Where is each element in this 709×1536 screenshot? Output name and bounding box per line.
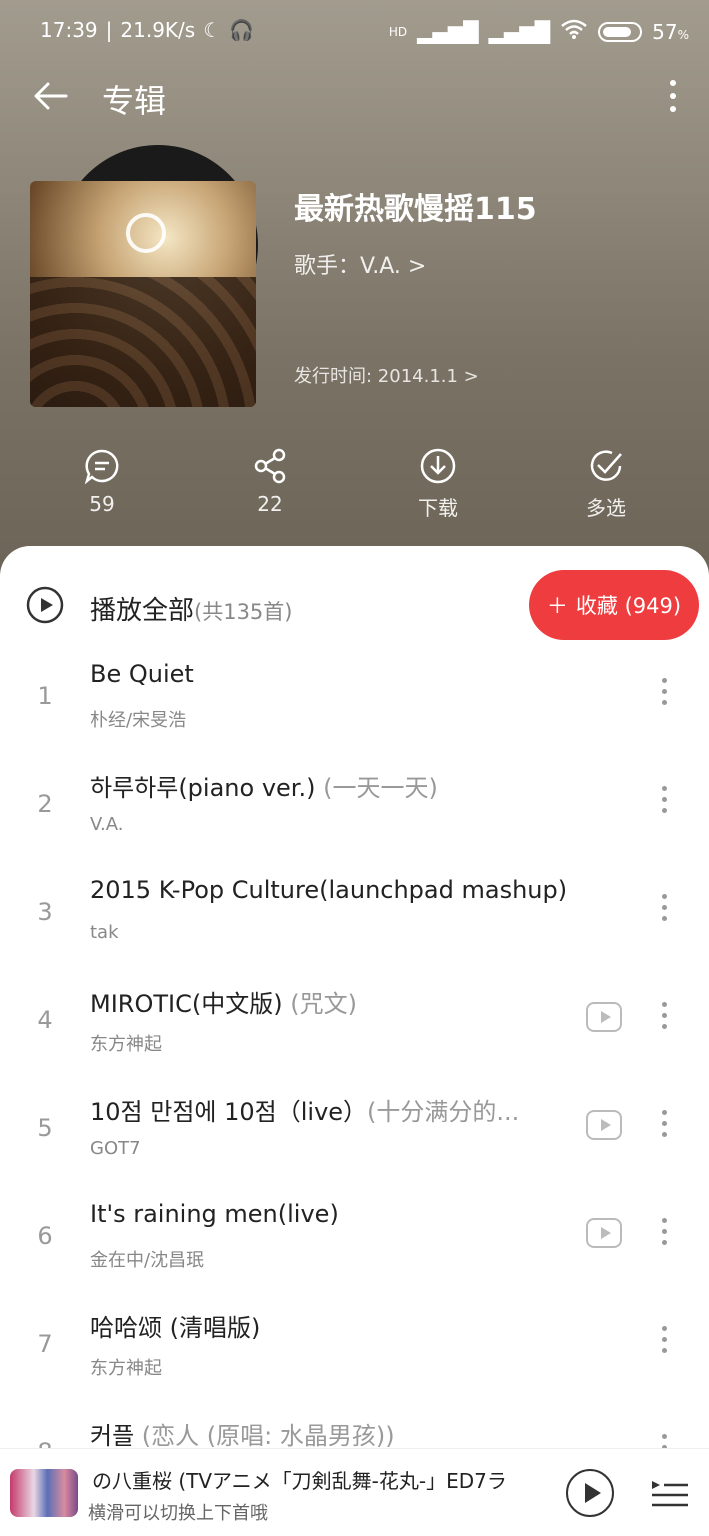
album-actions: 59 22 下载 多选 <box>0 448 709 528</box>
back-arrow-icon[interactable] <box>30 76 70 116</box>
song-title: 2015 K-Pop Culture(launchpad mashup) <box>90 876 568 904</box>
status-bar: 17:39 | 21.9K/s ☾ 🎧 HD ▂▄▆█ ▂▄▆█ 57% <box>40 18 689 45</box>
song-more-icon[interactable] <box>660 894 668 928</box>
song-artist: V.A. <box>90 814 124 835</box>
play-all-icon[interactable] <box>26 586 64 624</box>
song-more-icon[interactable] <box>660 786 668 820</box>
battery-percent: 57% <box>652 19 689 44</box>
mini-play-icon[interactable] <box>566 1469 614 1517</box>
song-title: 哈哈颂 (清唱版) <box>90 1314 261 1342</box>
song-number: 1 <box>37 682 53 710</box>
status-net-speed: 21.9K/s <box>120 18 196 42</box>
play-all-bar: 播放全部(共135首) ＋ 收藏 (949) <box>0 560 709 640</box>
play-all-label: 播放全部 <box>90 596 195 626</box>
song-row[interactable]: 3 2015 K-Pop Culture(launchpad mashup) t… <box>0 870 709 978</box>
song-artist: 金在中/沈昌珉 <box>90 1250 205 1271</box>
play-all-button[interactable]: 播放全部(共135首) <box>90 590 292 627</box>
album-release-date-link[interactable]: 发行时间: 2014.1.1 > <box>294 362 479 388</box>
battery-icon <box>598 21 643 42</box>
song-artist: GOT7 <box>90 1138 141 1159</box>
download-icon <box>420 448 456 484</box>
song-number: 2 <box>37 790 53 818</box>
song-artist: 东方神起 <box>90 1034 162 1055</box>
song-more-icon[interactable] <box>660 1110 668 1144</box>
multi-select-label: 多选 <box>586 496 626 520</box>
hd-badge: HD <box>388 24 408 39</box>
share-button[interactable]: 22 <box>210 448 330 516</box>
mv-play-icon[interactable] <box>586 1110 622 1140</box>
comment-icon <box>84 449 119 484</box>
song-number: 5 <box>37 1114 53 1142</box>
song-more-icon[interactable] <box>660 678 668 712</box>
collect-label: 收藏 (949) <box>575 594 682 618</box>
mv-play-icon[interactable] <box>586 1218 622 1248</box>
song-row[interactable]: 5 10점 만점에 10점（live）(十分满分的... GOT7 <box>0 1086 709 1194</box>
song-row[interactable]: 2 하루하루(piano ver.) (一天一天) V.A. <box>0 762 709 870</box>
mini-player-title: の八重桜 (TVアニメ「刀剣乱舞-花丸-」ED7ラ <box>92 1469 507 1493</box>
album-title: 最新热歌慢摇115 <box>294 192 537 227</box>
song-row[interactable]: 7 哈哈颂 (清唱版) 东方神起 <box>0 1302 709 1410</box>
song-title: 10점 만점에 10점（live）(十分满分的... <box>90 1098 520 1126</box>
album-header: 17:39 | 21.9K/s ☾ 🎧 HD ▂▄▆█ ▂▄▆█ 57% 专辑 <box>0 0 709 600</box>
song-row[interactable]: 4 MIROTIC(中文版) (咒文) 东方神起 <box>0 978 709 1086</box>
song-number: 3 <box>37 898 53 926</box>
mv-play-icon[interactable] <box>586 1002 622 1032</box>
top-bar: 专辑 <box>30 72 679 122</box>
song-list-panel: 播放全部(共135首) ＋ 收藏 (949) 1 Be Quiet 朴经/宋旻浩… <box>0 546 709 1536</box>
page-title: 专辑 <box>102 82 167 120</box>
wifi-icon <box>560 18 588 45</box>
song-number: 4 <box>37 1006 53 1034</box>
netease-logo-icon <box>126 213 166 253</box>
signal-icon-2: ▂▄▆█ <box>488 19 551 44</box>
download-button[interactable]: 下载 <box>378 448 498 521</box>
song-more-icon[interactable] <box>660 1326 668 1360</box>
moon-icon: ☾ <box>203 18 222 42</box>
song-artist: 东方神起 <box>90 1358 162 1379</box>
share-icon <box>254 448 286 484</box>
song-number: 6 <box>37 1222 53 1250</box>
song-title: Be Quiet <box>90 660 194 688</box>
song-artist: tak <box>90 922 119 943</box>
song-more-icon[interactable] <box>660 1218 668 1252</box>
song-title: 하루하루(piano ver.) (一天一天) <box>90 774 438 802</box>
song-count: (共135首) <box>194 600 293 624</box>
headphone-icon: 🎧 <box>229 18 255 42</box>
song-row[interactable]: 6 It's raining men(live) 金在中/沈昌珉 <box>0 1194 709 1302</box>
mini-player-cover[interactable] <box>10 1469 78 1517</box>
song-title: 커플 (恋人 (原唱: 水晶男孩)) <box>90 1422 395 1450</box>
multi-select-icon <box>590 450 622 481</box>
song-title: It's raining men(live) <box>90 1200 339 1228</box>
plus-icon: ＋ <box>546 594 568 618</box>
download-label: 下载 <box>418 496 458 520</box>
status-time: 17:39 <box>40 18 98 42</box>
comment-count: 59 <box>89 492 115 516</box>
signal-icon: ▂▄▆█ <box>417 19 479 44</box>
song-number: 7 <box>37 1330 53 1358</box>
multi-select-button[interactable]: 多选 <box>546 448 666 521</box>
song-row[interactable]: 1 Be Quiet 朴经/宋旻浩 <box>0 654 709 762</box>
collect-button[interactable]: ＋ 收藏 (949) <box>529 570 699 640</box>
album-cover[interactable] <box>30 181 256 407</box>
song-title: MIROTIC(中文版) (咒文) <box>90 990 357 1018</box>
mini-player[interactable]: の八重桜 (TVアニメ「刀剣乱舞-花丸-」ED7ラ 横滑可以切换上下首哦 <box>0 1448 709 1536</box>
comment-button[interactable]: 59 <box>42 448 162 516</box>
song-artist: 朴经/宋旻浩 <box>90 710 187 731</box>
album-artist-link[interactable]: 歌手：V.A. > <box>294 248 426 280</box>
song-more-icon[interactable] <box>660 1002 668 1036</box>
more-menu-icon[interactable] <box>667 78 679 114</box>
playlist-icon[interactable] <box>650 1473 690 1513</box>
cover-art-crowd <box>30 277 256 407</box>
mini-player-subtitle: 横滑可以切换上下首哦 <box>88 1503 268 1524</box>
share-count: 22 <box>257 492 283 516</box>
